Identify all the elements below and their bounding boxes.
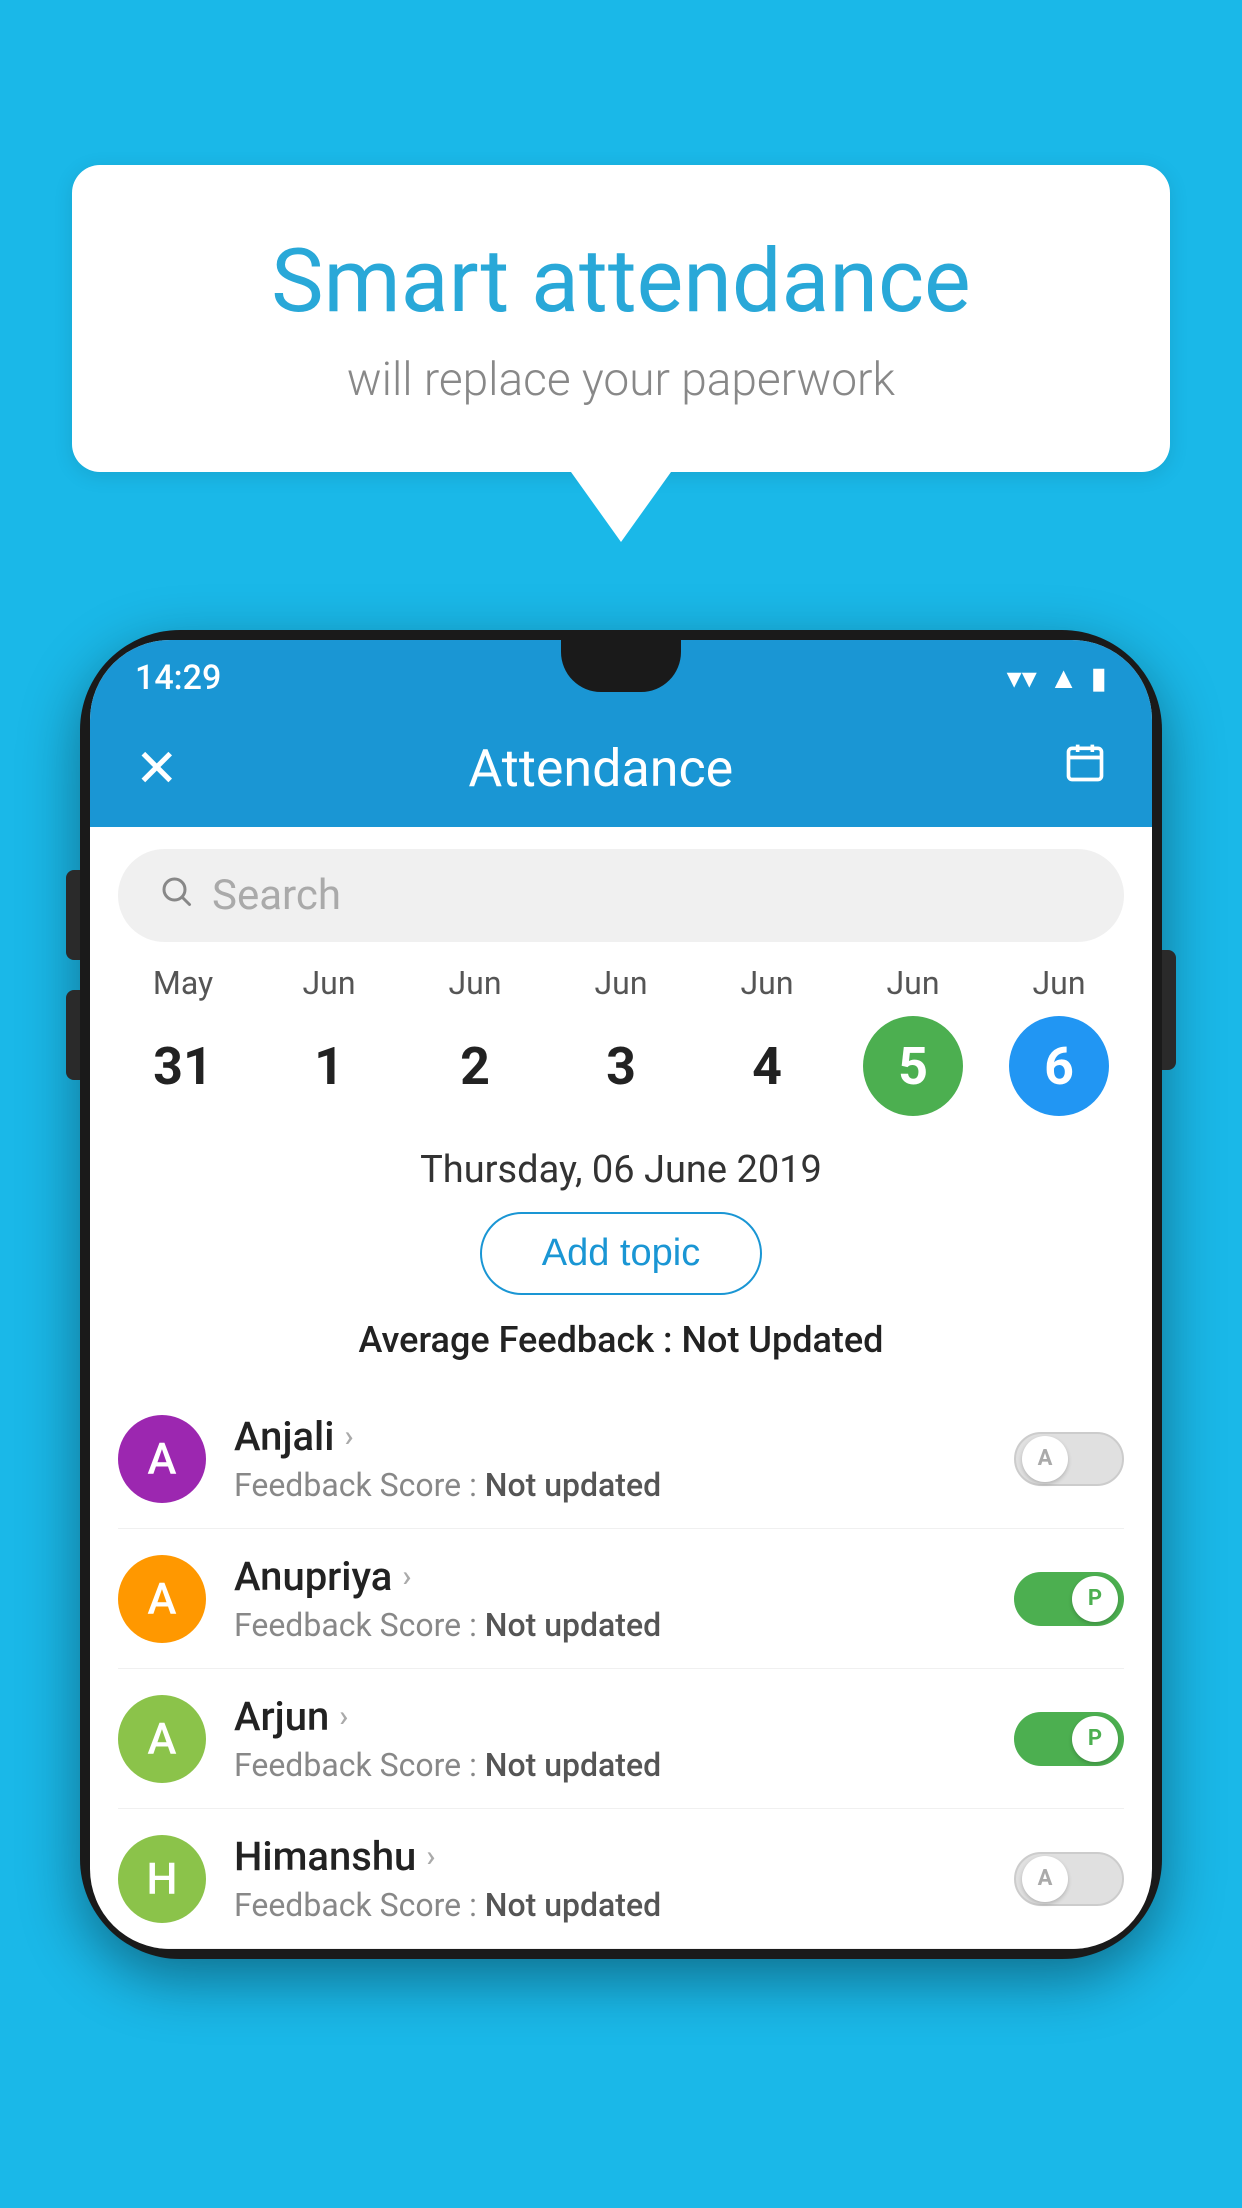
- student-info: Himanshu › Feedback Score : Not updated: [234, 1833, 986, 1924]
- speech-bubble-subtitle: will replace your paperwork: [152, 353, 1090, 407]
- student-name: Anjali ›: [234, 1413, 986, 1460]
- search-bar[interactable]: Search: [118, 849, 1124, 942]
- volume-down-button[interactable]: [66, 990, 80, 1080]
- calendar-strip: May 31 Jun 1 Jun 2 Jun 3 Jun 4 Jun 5 Jun 6: [90, 964, 1152, 1116]
- avg-feedback-label: Average Feedback :: [359, 1319, 682, 1361]
- avatar: A: [118, 1415, 206, 1503]
- calendar-day[interactable]: Jun 6: [994, 964, 1124, 1116]
- day-number[interactable]: 2: [425, 1016, 525, 1116]
- calendar-day[interactable]: Jun 4: [702, 964, 832, 1116]
- toggle-knob: A: [1022, 1856, 1068, 1902]
- feedback-score: Feedback Score : Not updated: [234, 1886, 986, 1924]
- volume-up-button[interactable]: [66, 870, 80, 960]
- chevron-right-icon: ›: [344, 1419, 353, 1454]
- student-info: Arjun › Feedback Score : Not updated: [234, 1693, 986, 1784]
- toggle-switch[interactable]: A: [1014, 1852, 1124, 1906]
- avg-feedback: Average Feedback : Not Updated: [90, 1319, 1152, 1361]
- attendance-toggle[interactable]: A: [1014, 1852, 1124, 1906]
- day-number[interactable]: 4: [717, 1016, 817, 1116]
- feedback-score: Feedback Score : Not updated: [234, 1466, 986, 1504]
- day-month-label: Jun: [449, 964, 502, 1002]
- student-item[interactable]: A Anupriya › Feedback Score : Not updated P: [118, 1529, 1124, 1669]
- student-name: Arjun ›: [234, 1693, 986, 1740]
- signal-icon: ▲: [1049, 661, 1079, 696]
- calendar-day[interactable]: May 31: [118, 964, 248, 1116]
- speech-bubble-container: Smart attendance will replace your paper…: [72, 165, 1170, 542]
- day-month-label: Jun: [595, 964, 648, 1002]
- status-icons: ▾▾ ▲ ▮: [1007, 661, 1107, 696]
- day-number[interactable]: 6: [1009, 1016, 1109, 1116]
- toggle-knob: P: [1072, 1576, 1118, 1622]
- chevron-right-icon: ›: [402, 1559, 411, 1594]
- student-name: Himanshu ›: [234, 1833, 986, 1880]
- power-button[interactable]: [1162, 950, 1176, 1070]
- day-number[interactable]: 3: [571, 1016, 671, 1116]
- student-list: AAnjali ›Feedback Score : Not updatedAAA…: [90, 1389, 1152, 1949]
- day-month-label: Jun: [887, 964, 940, 1002]
- day-month-label: Jun: [1033, 964, 1086, 1002]
- day-month-label: Jun: [303, 964, 356, 1002]
- student-item[interactable]: A Anjali › Feedback Score : Not updated A: [118, 1389, 1124, 1529]
- search-icon: [158, 873, 194, 919]
- day-number[interactable]: 31: [133, 1016, 233, 1116]
- speech-bubble-tail: [571, 472, 671, 542]
- calendar-day[interactable]: Jun 3: [556, 964, 686, 1116]
- attendance-toggle[interactable]: P: [1014, 1712, 1124, 1766]
- avatar: H: [118, 1835, 206, 1923]
- student-item[interactable]: A Arjun › Feedback Score : Not updated P: [118, 1669, 1124, 1809]
- student-name: Anupriya ›: [234, 1553, 986, 1600]
- student-item[interactable]: H Himanshu › Feedback Score : Not updated A: [118, 1809, 1124, 1949]
- phone-screen: 14:29 ▾▾ ▲ ▮ ✕ Attendance: [90, 640, 1152, 1949]
- app-bar-title: Attendance: [139, 738, 1063, 799]
- phone: 14:29 ▾▾ ▲ ▮ ✕ Attendance: [80, 630, 1162, 1959]
- wifi-icon: ▾▾: [1007, 661, 1037, 696]
- phone-container: 14:29 ▾▾ ▲ ▮ ✕ Attendance: [80, 630, 1162, 1959]
- toggle-switch[interactable]: A: [1014, 1432, 1124, 1486]
- chevron-right-icon: ›: [426, 1839, 435, 1874]
- attendance-toggle[interactable]: P: [1014, 1572, 1124, 1626]
- calendar-day[interactable]: Jun 1: [264, 964, 394, 1116]
- app-bar: ✕ Attendance: [90, 710, 1152, 827]
- student-info: Anjali › Feedback Score : Not updated: [234, 1413, 986, 1504]
- avg-feedback-value: Not Updated: [682, 1319, 884, 1361]
- day-number[interactable]: 5: [863, 1016, 963, 1116]
- selected-date: Thursday, 06 June 2019: [90, 1124, 1152, 1212]
- feedback-score: Feedback Score : Not updated: [234, 1606, 986, 1644]
- speech-bubble: Smart attendance will replace your paper…: [72, 165, 1170, 472]
- feedback-score: Feedback Score : Not updated: [234, 1746, 986, 1784]
- day-month-label: Jun: [741, 964, 794, 1002]
- add-topic-button[interactable]: Add topic: [480, 1212, 762, 1295]
- toggle-knob: A: [1022, 1436, 1068, 1482]
- speech-bubble-title: Smart attendance: [152, 230, 1090, 333]
- chevron-right-icon: ›: [339, 1699, 348, 1734]
- calendar-day[interactable]: Jun 5: [848, 964, 978, 1116]
- phone-notch: [561, 640, 681, 692]
- calendar-day[interactable]: Jun 2: [410, 964, 540, 1116]
- search-placeholder: Search: [212, 871, 341, 920]
- status-time: 14:29: [135, 658, 221, 698]
- avatar: A: [118, 1695, 206, 1783]
- toggle-switch[interactable]: P: [1014, 1572, 1124, 1626]
- avatar: A: [118, 1555, 206, 1643]
- toggle-switch[interactable]: P: [1014, 1712, 1124, 1766]
- day-number[interactable]: 1: [279, 1016, 379, 1116]
- calendar-button[interactable]: [1063, 741, 1107, 796]
- attendance-toggle[interactable]: A: [1014, 1432, 1124, 1486]
- toggle-knob: P: [1072, 1716, 1118, 1762]
- student-info: Anupriya › Feedback Score : Not updated: [234, 1553, 986, 1644]
- battery-icon: ▮: [1090, 661, 1107, 696]
- day-month-label: May: [153, 964, 213, 1002]
